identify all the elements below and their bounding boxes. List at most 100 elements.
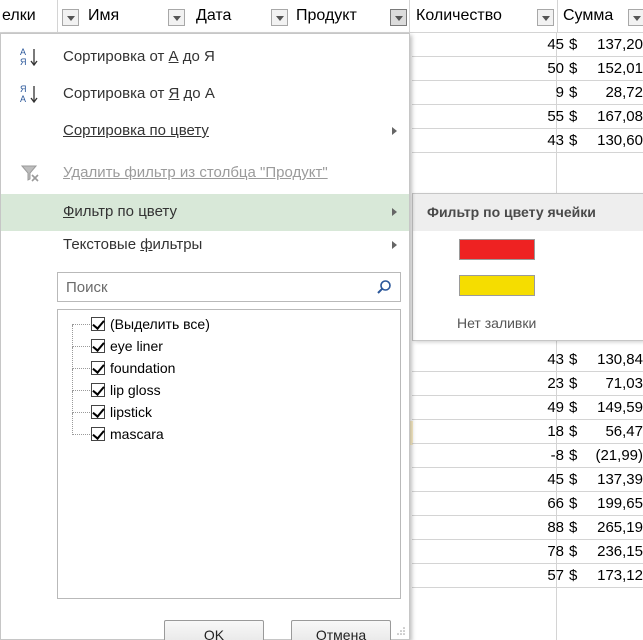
- currency-symbol: $: [569, 36, 578, 53]
- sum-cell: 130,60: [597, 132, 643, 149]
- no-fill-option[interactable]: Нет заливки: [457, 315, 536, 331]
- quantity-cell: 43: [547, 132, 564, 149]
- tree-connector: [72, 369, 90, 391]
- table-row[interactable]: 45 $137,20: [412, 33, 643, 57]
- tree-connector: [72, 413, 90, 435]
- clear-filter-text: Удалить фильтр из столбца "Продукт": [63, 164, 328, 181]
- table-row[interactable]: 50 $152,01: [412, 57, 643, 81]
- checkbox-checked[interactable]: [91, 405, 105, 419]
- checkbox-checked[interactable]: [91, 427, 105, 441]
- currency-symbol: $: [569, 447, 578, 464]
- submenu-border: [412, 340, 643, 341]
- sum-cell: 56,47: [605, 423, 643, 440]
- quantity-cell: 23: [547, 375, 564, 392]
- table-row[interactable]: 55 $167,08: [412, 105, 643, 129]
- filter-by-color-item[interactable]: Фильтр по цвету: [1, 194, 409, 231]
- search-box: [57, 272, 401, 302]
- sort-by-color-item[interactable]: Сортировка по цвету: [1, 113, 409, 150]
- quantity-cell: -8: [550, 447, 564, 464]
- header-cell-name[interactable]: Имя: [58, 0, 158, 33]
- sort-by-color-text: Сортировка по цвету: [63, 122, 209, 139]
- checkbox-checked[interactable]: [91, 317, 105, 331]
- table-row[interactable]: 78 $236,15: [412, 540, 643, 564]
- sum-cell: 137,39: [597, 471, 643, 488]
- table-row[interactable]: 43 $130,60: [412, 129, 643, 153]
- list-item-label: foundation: [110, 360, 176, 376]
- header-cell-quantity[interactable]: Количество: [409, 0, 534, 33]
- checkbox-checked[interactable]: [91, 339, 105, 353]
- column-header-row: елки Имя Дата Продукт Количество Сумма: [0, 0, 643, 33]
- sum-cell: 130,84: [597, 351, 643, 368]
- red-fill-swatch[interactable]: [459, 239, 535, 260]
- currency-symbol: $: [569, 543, 578, 560]
- sort-z-to-a-item[interactable]: Я А Сортировка от Я до А: [1, 76, 409, 113]
- sort-a-to-z-label: Сортировка от А до Я: [63, 48, 215, 65]
- table-row[interactable]: 66 $199,65: [412, 492, 643, 516]
- table-row[interactable]: 23 $ 71,03: [412, 372, 643, 396]
- header-label-quantity: Количество: [416, 7, 502, 24]
- sum-cell: 152,01: [597, 60, 643, 77]
- table-row[interactable]: 49 $149,59: [412, 396, 643, 420]
- search-input[interactable]: [58, 273, 368, 301]
- checkbox-checked[interactable]: [91, 361, 105, 375]
- header-cell-col1[interactable]: елки: [0, 0, 58, 33]
- filter-dropdown-panel: А Я Сортировка от А до Я Я А Сортировка …: [0, 33, 410, 640]
- submenu-header: Фильтр по цвету ячейки: [413, 194, 643, 231]
- list-item-label: eye liner: [110, 338, 163, 354]
- header-label-product: Продукт: [296, 7, 357, 24]
- sum-cell: 199,65: [597, 495, 643, 512]
- tree-connector: [72, 347, 90, 369]
- cancel-button[interactable]: Отмена: [291, 620, 391, 640]
- currency-symbol: $: [569, 108, 578, 125]
- currency-symbol: $: [569, 375, 578, 392]
- checkbox-checked[interactable]: [91, 383, 105, 397]
- filter-dropdown-button-product[interactable]: [390, 9, 407, 26]
- sum-cell: 137,20: [597, 36, 643, 53]
- header-label-sum: Сумма: [563, 7, 614, 24]
- sort-az-suffix: до Я: [178, 48, 215, 65]
- filter-dropdown-button-sum[interactable]: [628, 9, 643, 26]
- tree-connector: [72, 325, 90, 347]
- text-filters-item[interactable]: Текстовые фильтры: [1, 227, 409, 264]
- header-label-name: Имя: [88, 7, 120, 24]
- filter-dropdown-button-quantity[interactable]: [537, 9, 554, 26]
- search-icon[interactable]: [376, 279, 392, 295]
- header-cell-product[interactable]: Продукт: [270, 0, 388, 33]
- sum-cell: 236,15: [597, 543, 643, 560]
- filter-by-color-accel: Ф: [63, 203, 75, 220]
- currency-symbol: $: [569, 495, 578, 512]
- currency-symbol: $: [569, 351, 578, 368]
- sum-cell: 28,72: [605, 84, 643, 101]
- sum-cell: (21,99): [595, 447, 643, 464]
- ok-button[interactable]: OK: [164, 620, 264, 640]
- svg-text:Я: Я: [20, 84, 27, 94]
- clear-filter-label: Удалить фильтр из столбца "Продукт": [63, 164, 328, 181]
- table-row[interactable]: 18 $ 56,47: [412, 420, 643, 444]
- quantity-cell: 9: [555, 84, 564, 101]
- table-row[interactable]: 43 $130,84: [412, 348, 643, 372]
- tree-connector: [72, 434, 90, 435]
- clear-filter-item: Удалить фильтр из столбца "Продукт": [1, 155, 409, 192]
- sort-az-accel: А: [168, 48, 179, 65]
- table-row[interactable]: 45 $137,39: [412, 468, 643, 492]
- svg-text:А: А: [20, 47, 26, 57]
- sort-descending-icon: Я А: [20, 84, 38, 104]
- tree-connector: [72, 391, 90, 413]
- currency-symbol: $: [569, 132, 578, 149]
- currency-symbol: $: [569, 423, 578, 440]
- header-cell-date[interactable]: Дата: [158, 0, 270, 33]
- table-row[interactable]: 9 $ 28,72: [412, 81, 643, 105]
- svg-text:Я: Я: [20, 57, 27, 67]
- quantity-cell: 49: [547, 399, 564, 416]
- sum-cell: 265,19: [597, 519, 643, 536]
- header-label-date: Дата: [196, 7, 232, 24]
- sort-a-to-z-item[interactable]: А Я Сортировка от А до Я: [1, 39, 409, 76]
- table-row[interactable]: 88 $265,19: [412, 516, 643, 540]
- table-row[interactable]: -8 $ (21,99): [412, 444, 643, 468]
- yellow-fill-swatch[interactable]: [459, 275, 535, 296]
- currency-symbol: $: [569, 60, 578, 77]
- table-row[interactable]: 57 $173,12: [412, 564, 643, 588]
- quantity-cell: 45: [547, 36, 564, 53]
- resize-grip-icon[interactable]: [397, 627, 405, 635]
- quantity-cell: 43: [547, 351, 564, 368]
